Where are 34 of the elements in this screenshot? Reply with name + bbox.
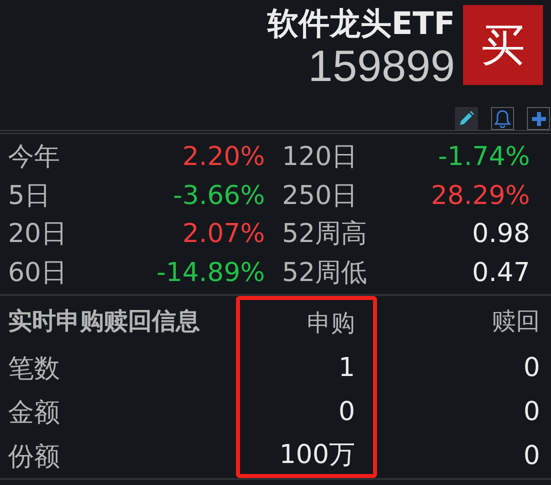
stat-label: 20日 (8, 218, 68, 251)
stat-label: 60日 (8, 256, 68, 290)
stat-value: 2.20% (181, 141, 265, 174)
buy-button[interactable]: 买 (463, 5, 543, 85)
table-cell: 0 (236, 390, 377, 434)
row-label: 份额 (8, 440, 61, 474)
table-cell: 1 (236, 346, 377, 390)
stat-label: 52周高 (281, 218, 368, 251)
stat-label: 120日 (281, 141, 359, 174)
stat-label: 250日 (281, 180, 359, 212)
section-title: 实时申购赎回信息 (8, 306, 201, 337)
fund-name: 软件龙头ETF (268, 5, 455, 43)
stat-label: 今年 (8, 141, 61, 174)
table-cell-text: 0 (522, 440, 540, 473)
stat-value: 0.47 (471, 256, 530, 290)
table-cell-text: 0 (522, 352, 540, 385)
highlighted-column-header: 申购 (236, 296, 377, 346)
stat-value: -14.89% (155, 256, 265, 290)
stat-value: 0.98 (471, 218, 530, 251)
fund-code: 159899 (308, 43, 455, 91)
table-cell-text: 0 (522, 396, 540, 429)
bell-icon[interactable] (491, 107, 514, 130)
stat-value: 2.07% (181, 218, 265, 251)
stat-value: -1.74% (437, 141, 530, 174)
row-label: 金额 (8, 396, 61, 430)
table-cell: 100万 (236, 434, 377, 478)
stat-value: -3.66% (172, 180, 265, 212)
stat-label: 5日 (8, 180, 52, 212)
plus-icon[interactable] (527, 107, 550, 130)
stat-label: 52周低 (281, 256, 368, 290)
stat-value: 28.29% (430, 180, 530, 212)
column-header: 赎回 (491, 306, 540, 337)
row-label: 笔数 (8, 352, 61, 386)
pencil-icon[interactable] (455, 107, 478, 130)
